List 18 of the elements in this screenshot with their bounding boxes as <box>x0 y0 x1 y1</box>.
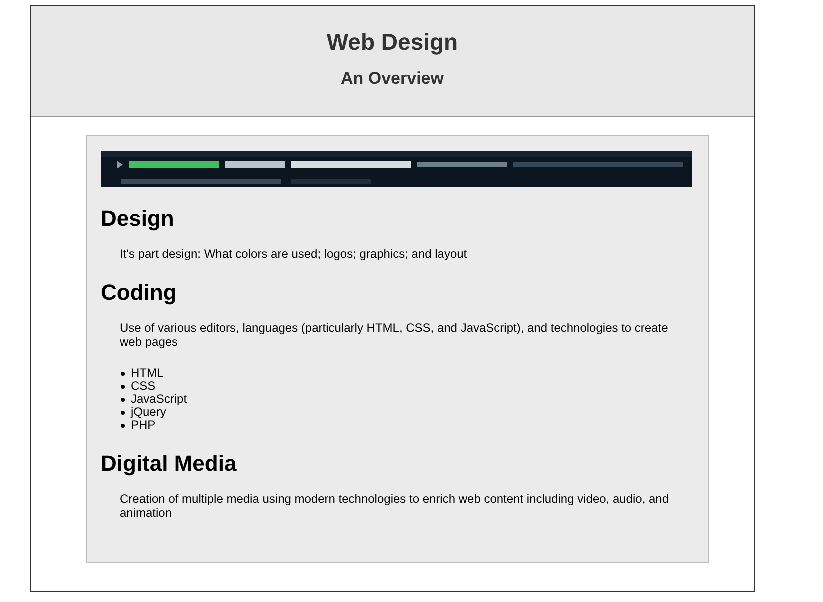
bullet-icon <box>121 384 125 388</box>
section-heading: Digital Media <box>101 450 238 478</box>
section-heading: Design <box>101 205 176 233</box>
bullet-icon <box>121 398 125 402</box>
section-paragraph: Creation of multiple media using modern technologies to enrich web content including video, audio, and animation <box>120 492 670 520</box>
list-item: PHP <box>131 419 156 432</box>
section-heading: Coding <box>101 279 178 307</box>
list-item: jQuery <box>131 406 166 419</box>
section-paragraph: It's part design: What colors are used; logos; graphics; and layout <box>120 247 468 261</box>
bullet-icon <box>121 424 125 428</box>
page-title: Web Design <box>326 28 458 56</box>
page-subtitle: An Overview <box>341 68 444 90</box>
section-paragraph: Use of various editors, languages (particularly HTML, CSS, and JavaScript), and technologies to create web pages <box>120 321 670 349</box>
bullet-icon <box>121 410 125 414</box>
bullet-icon <box>121 372 125 376</box>
list-item: JavaScript <box>131 393 188 406</box>
list-item: HTML <box>131 367 164 380</box>
list-item: CSS <box>131 380 156 393</box>
